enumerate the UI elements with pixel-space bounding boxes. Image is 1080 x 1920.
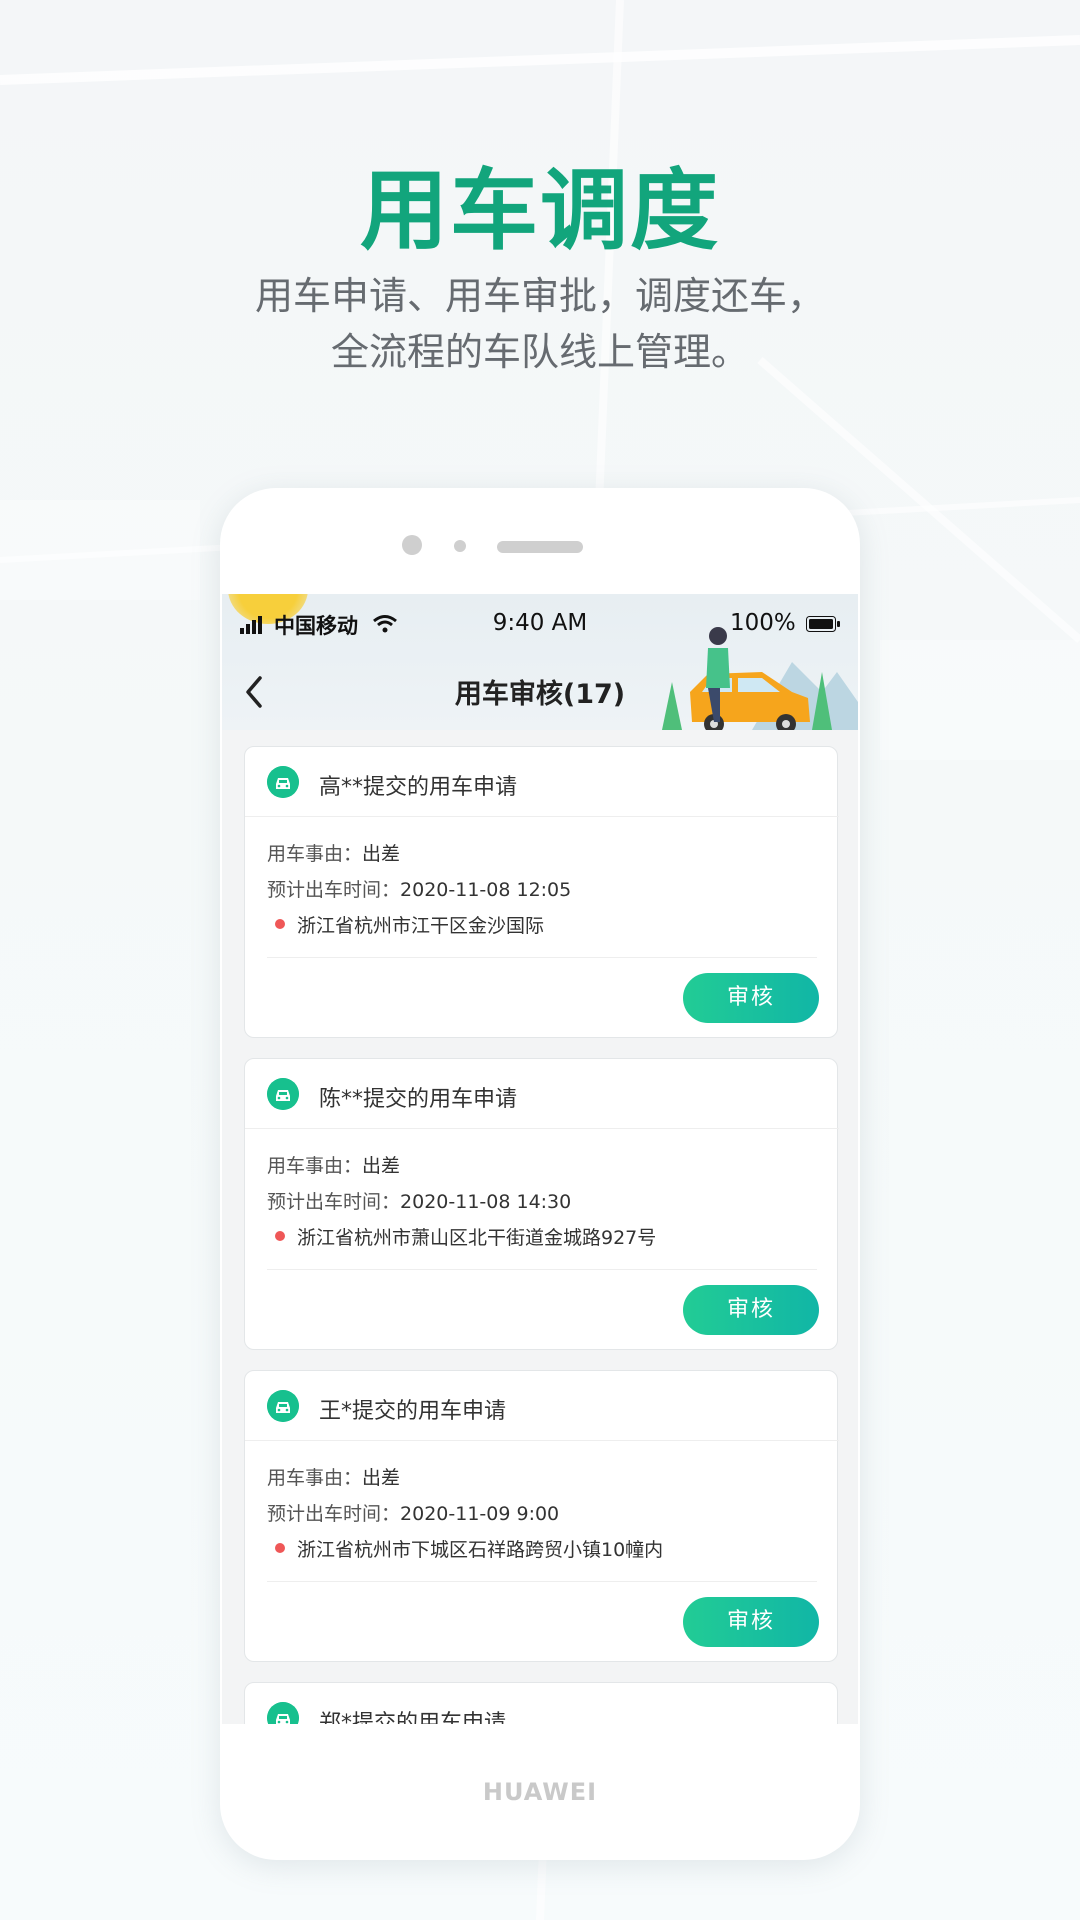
hero-subtitle-line1: 用车申请、用车审批，调度还车， — [254, 274, 825, 318]
sensor-dot — [454, 540, 466, 552]
car-person-illustration — [662, 627, 858, 730]
time-value: 2020-11-08 14:30 — [400, 1191, 572, 1213]
location-dot — [275, 919, 285, 929]
reason-row: 用车事由：出差 — [267, 839, 400, 866]
time-row: 预计出车时间：2020-11-08 14:30 — [267, 1187, 571, 1214]
reason-row: 用车事由：出差 — [267, 1463, 400, 1490]
phone-screen: 中国移动 9:40 AM 100% 用车审核(17) 高**提交的用车申请 用车… — [222, 594, 858, 1724]
time-row: 预计出车时间：2020-11-09 9:00 — [267, 1499, 559, 1526]
request-title: 陈**提交的用车申请 — [319, 1087, 518, 1112]
car-icon — [267, 766, 299, 798]
time-value: 2020-11-09 9:00 — [400, 1503, 560, 1525]
request-card: 王*提交的用车申请 用车事由：出差 预计出车时间：2020-11-09 9:00… — [244, 1370, 839, 1662]
time-value: 2020-11-08 12:05 — [400, 879, 572, 901]
card-divider — [267, 957, 817, 958]
request-title: 王*提交的用车申请 — [319, 1399, 507, 1424]
request-title: 郑*提交的用车申请 — [319, 1711, 507, 1724]
reason-value: 出差 — [362, 1155, 401, 1177]
card-header: 郑*提交的用车申请 — [245, 1683, 839, 1724]
request-card: 郑*提交的用车申请 — [244, 1682, 838, 1724]
earpiece-speaker — [497, 541, 583, 553]
location-dot — [275, 1231, 285, 1241]
time-label: 预计出车时间： — [267, 879, 401, 901]
address-text: 浙江省杭州市江干区金沙国际 — [297, 915, 545, 937]
address-text: 浙江省杭州市下城区石祥路跨贸小镇10幢内 — [297, 1539, 664, 1561]
time-label: 预计出车时间： — [267, 1503, 401, 1525]
card-header: 高**提交的用车申请 — [245, 747, 839, 817]
time-label: 预计出车时间： — [267, 1191, 401, 1213]
address-text: 浙江省杭州市萧山区北干街道金城路927号 — [297, 1227, 657, 1249]
hero-subtitle-line2: 全流程的车队线上管理。 — [330, 330, 749, 374]
card-header: 陈**提交的用车申请 — [245, 1059, 839, 1129]
approve-button[interactable]: 审核 — [683, 1285, 819, 1335]
reason-label: 用车事由： — [267, 1467, 363, 1489]
approve-button[interactable]: 审核 — [683, 1597, 819, 1647]
device-brand-logo: HUAWEI — [482, 1778, 598, 1806]
reason-value: 出差 — [362, 1467, 401, 1489]
approve-button[interactable]: 审核 — [683, 973, 819, 1023]
reason-label: 用车事由： — [267, 1155, 363, 1177]
car-icon — [267, 1078, 299, 1110]
card-divider — [267, 1581, 817, 1582]
location-dot — [275, 1543, 285, 1553]
time-row: 预计出车时间：2020-11-08 12:05 — [267, 875, 571, 902]
reason-value: 出差 — [362, 843, 401, 865]
hero-title: 用车调度 — [359, 159, 720, 262]
request-card: 高**提交的用车申请 用车事由：出差 预计出车时间：2020-11-08 12:… — [244, 746, 839, 1038]
card-header: 王*提交的用车申请 — [245, 1371, 839, 1441]
request-title: 高**提交的用车申请 — [319, 775, 518, 800]
app-header: 中国移动 9:40 AM 100% 用车审核(17) — [222, 594, 858, 730]
phone-frame: 中国移动 9:40 AM 100% 用车审核(17) 高**提交的用车申请 用车… — [220, 488, 860, 1860]
front-camera — [402, 535, 422, 555]
reason-row: 用车事由：出差 — [267, 1151, 400, 1178]
request-card: 陈**提交的用车申请 用车事由：出差 预计出车时间：2020-11-08 14:… — [244, 1058, 839, 1350]
car-icon — [267, 1702, 299, 1724]
reason-label: 用车事由： — [267, 843, 363, 865]
car-icon — [267, 1390, 299, 1422]
card-divider — [267, 1269, 817, 1270]
hero-subtitle: 用车申请、用车审批，调度还车， 全流程的车队线上管理。 — [0, 268, 1080, 380]
